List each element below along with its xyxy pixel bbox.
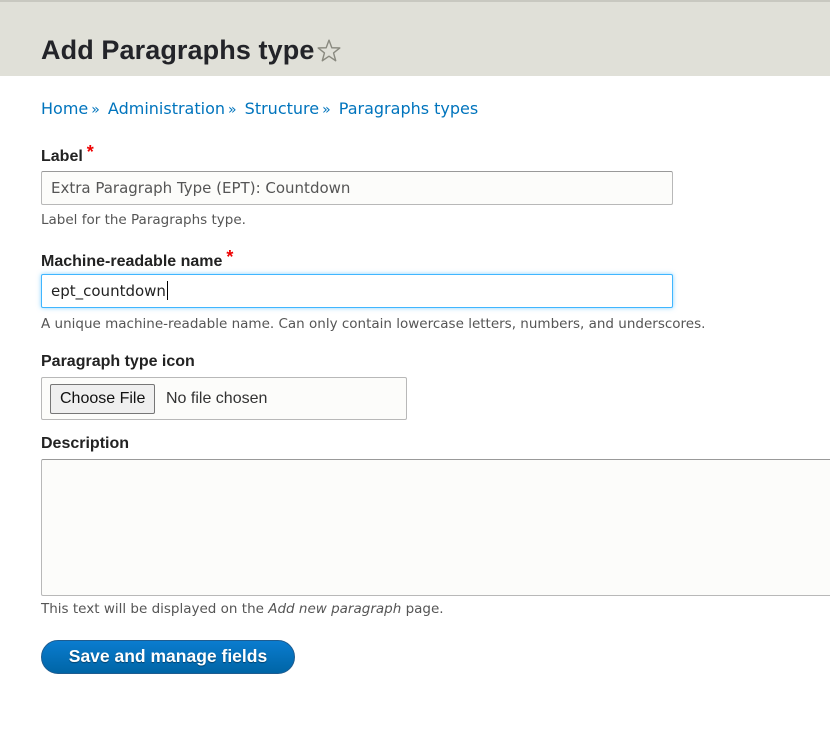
- description-field-label: Description: [41, 435, 130, 452]
- choose-file-button[interactable]: Choose File: [50, 384, 156, 414]
- breadcrumb-separator: »: [91, 102, 100, 118]
- description-help-emphasis: Add new paragraph: [268, 601, 402, 617]
- machine-name-input-value: ept_countdown: [51, 282, 166, 300]
- save-and-manage-fields-button[interactable]: Save and manage fields: [41, 640, 295, 674]
- star-icon[interactable]: [316, 38, 342, 64]
- icon-field-label: Paragraph type icon: [41, 353, 195, 370]
- text-caret: [166, 281, 168, 300]
- machine-name-input[interactable]: ept_countdown: [41, 274, 673, 308]
- required-marker: *: [226, 247, 234, 267]
- machine-name-field-label-text: Machine-readable name: [41, 253, 223, 270]
- breadcrumb-administration[interactable]: Administration: [108, 99, 225, 118]
- breadcrumb: Home» Administration» Structure» Paragra…: [41, 99, 478, 118]
- label-input-value: Extra Paragraph Type (EPT): Countdown: [51, 179, 351, 197]
- page-header: Add Paragraphs type: [0, 0, 830, 76]
- description-textarea[interactable]: [41, 459, 830, 596]
- page-title: Add Paragraphs type: [41, 35, 315, 65]
- machine-name-field-label: Machine-readable name *: [41, 247, 234, 271]
- breadcrumb-home[interactable]: Home: [41, 99, 88, 118]
- required-marker: *: [86, 142, 94, 162]
- breadcrumb-structure[interactable]: Structure: [245, 99, 319, 118]
- icon-file-input[interactable]: Choose File No file chosen: [41, 377, 407, 420]
- label-help-text: Label for the Paragraphs type.: [41, 212, 246, 228]
- description-help-text: This text will be displayed on the Add n…: [41, 601, 444, 617]
- breadcrumb-paragraphs-types[interactable]: Paragraphs types: [339, 99, 478, 118]
- label-field-label: Label *: [41, 142, 94, 166]
- description-help-suffix: page.: [401, 601, 444, 617]
- breadcrumb-separator: »: [228, 102, 237, 118]
- breadcrumb-separator: »: [322, 102, 331, 118]
- label-input[interactable]: Extra Paragraph Type (EPT): Countdown: [41, 171, 673, 205]
- description-help-prefix: This text will be displayed on the: [41, 601, 269, 617]
- file-status-text: No file chosen: [166, 390, 268, 407]
- label-field-label-text: Label: [41, 148, 83, 165]
- machine-name-help-text: A unique machine-readable name. Can only…: [41, 316, 706, 332]
